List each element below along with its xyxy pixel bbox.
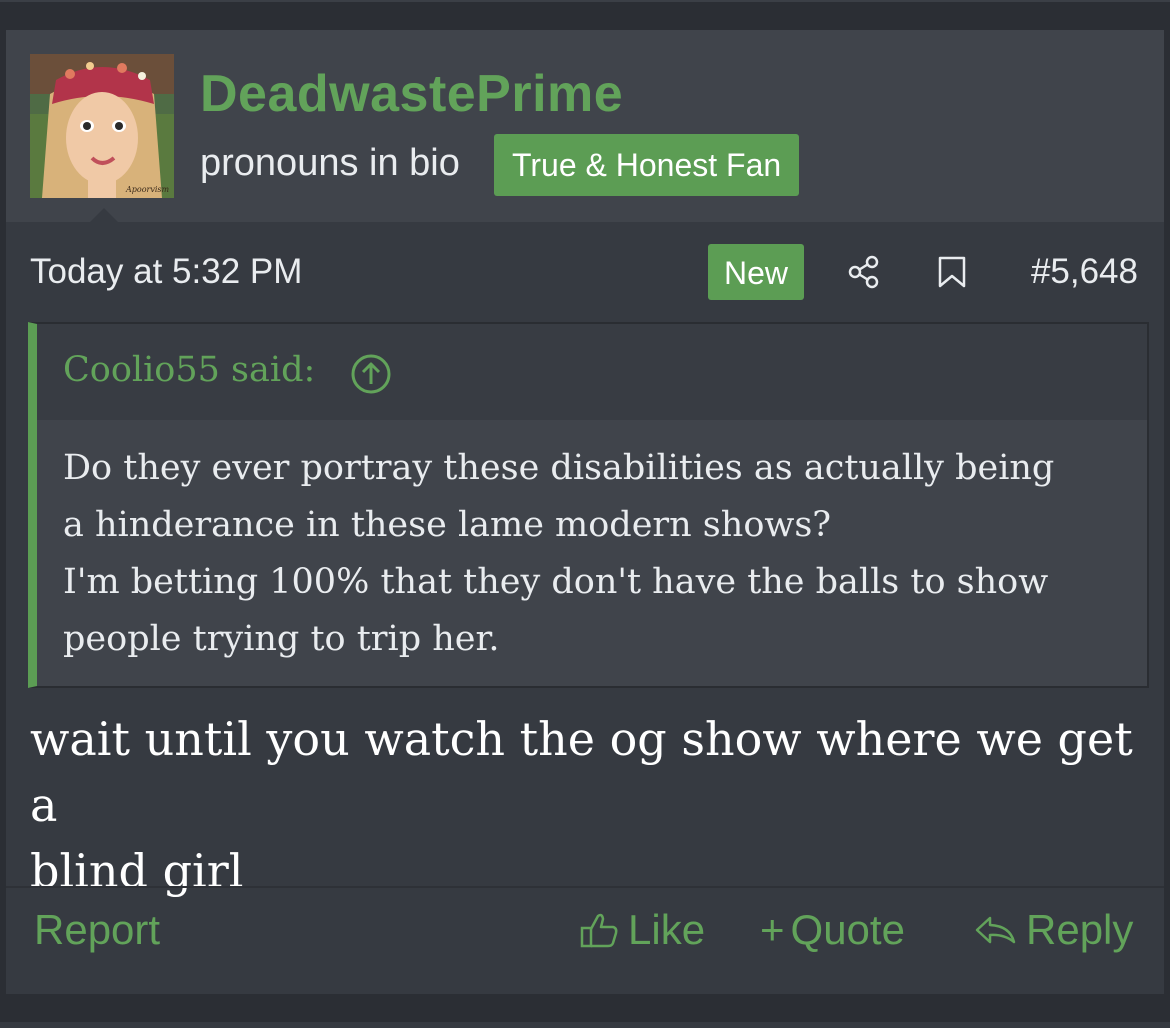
post-date[interactable]: Today at 5:32 PM bbox=[30, 252, 302, 292]
user-header: Apoorvism DeadwastePrime pronouns in bio… bbox=[6, 30, 1164, 222]
quote-line: people trying to trip her. bbox=[63, 619, 500, 659]
quote-line: a hinderance in these lame modern shows? bbox=[63, 505, 832, 545]
svg-text:Apoorvism: Apoorvism bbox=[125, 185, 170, 194]
quote-label: Quote bbox=[790, 906, 905, 953]
new-badge: New bbox=[708, 244, 804, 300]
like-button[interactable]: Like bbox=[578, 906, 705, 954]
reply-button[interactable]: Reply bbox=[972, 906, 1133, 954]
report-button[interactable]: Report bbox=[34, 906, 160, 954]
quote-line: Do they ever portray these disabilities … bbox=[63, 448, 1055, 488]
reply-arrow-icon bbox=[975, 916, 1016, 944]
jump-to-quote-icon[interactable] bbox=[349, 352, 393, 401]
quote-header: Coolio55 said: bbox=[37, 324, 1147, 420]
user-pronouns: pronouns in bio bbox=[200, 142, 460, 184]
message-line: blind girl bbox=[30, 844, 244, 898]
header-pointer bbox=[90, 208, 118, 222]
quote-author[interactable]: Coolio55 said: bbox=[63, 350, 315, 390]
forum-post: Apoorvism DeadwastePrime pronouns in bio… bbox=[6, 30, 1164, 994]
thumbs-up-icon bbox=[580, 913, 618, 948]
quote-button[interactable]: + Quote bbox=[760, 906, 905, 954]
reply-label: Reply bbox=[1026, 906, 1134, 953]
like-label: Like bbox=[628, 906, 706, 953]
post-message: wait until you watch the og show where w… bbox=[30, 706, 1140, 904]
top-divider bbox=[0, 0, 1170, 2]
bookmark-icon[interactable] bbox=[936, 254, 968, 295]
user-title-badge: True & Honest Fan bbox=[494, 134, 800, 196]
quote-text: Do they ever portray these disabilities … bbox=[63, 440, 1133, 668]
post-number[interactable]: #5,648 bbox=[1031, 252, 1138, 292]
quote-block: Coolio55 said: Do they ever portray thes… bbox=[28, 322, 1149, 688]
avatar[interactable]: Apoorvism bbox=[30, 54, 174, 198]
username[interactable]: DeadwastePrime bbox=[200, 64, 623, 124]
plus-icon: + bbox=[760, 906, 785, 953]
footer-divider bbox=[6, 886, 1164, 888]
message-line: wait until you watch the og show where w… bbox=[30, 712, 1133, 832]
share-icon[interactable] bbox=[846, 254, 882, 295]
bottom-divider bbox=[0, 1022, 1170, 1028]
quote-line: I'm betting 100% that they don't have th… bbox=[63, 562, 1049, 602]
report-label: Report bbox=[34, 906, 161, 953]
